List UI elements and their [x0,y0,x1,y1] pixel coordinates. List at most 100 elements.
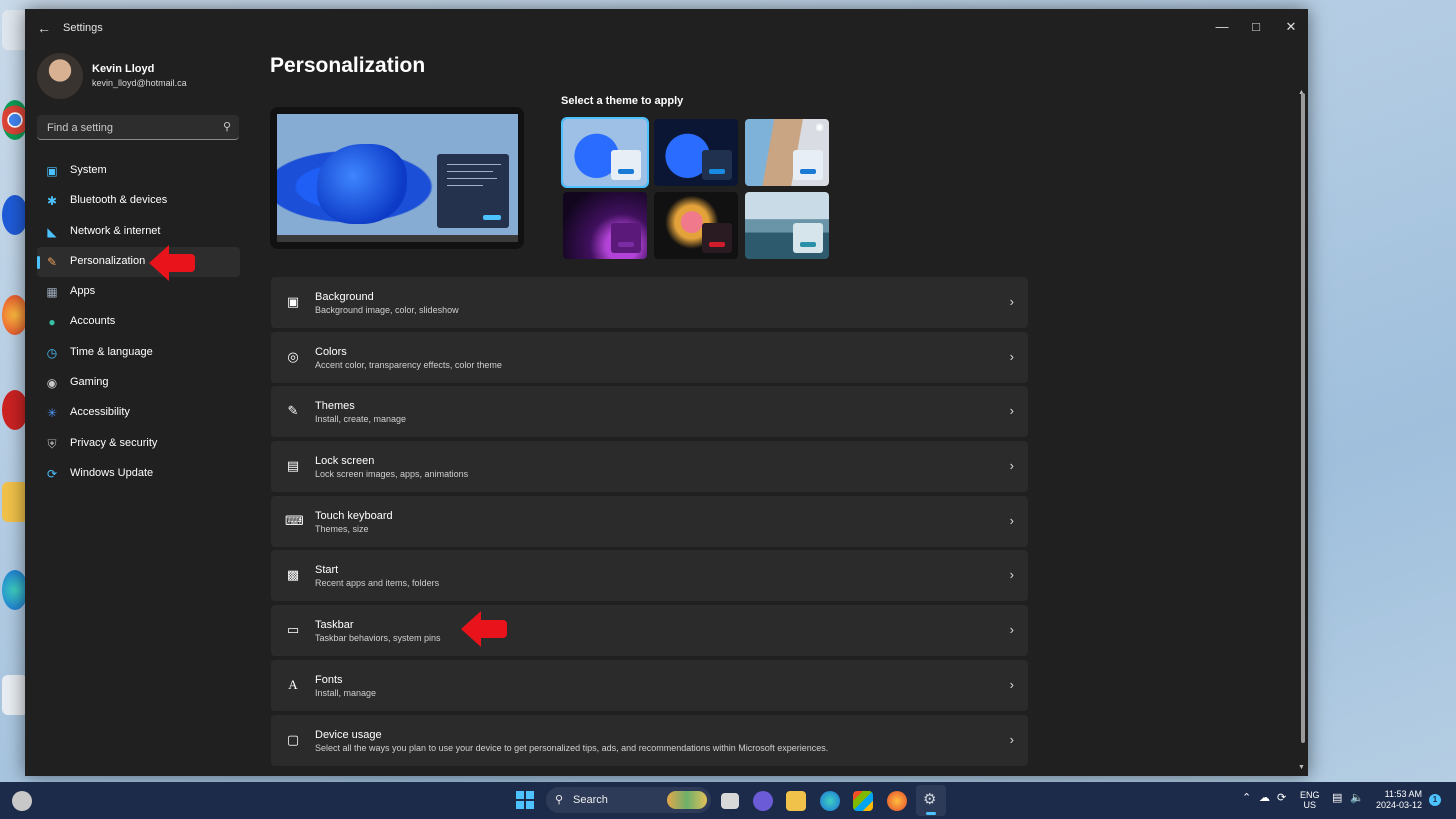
start-icon: ▩ [286,567,300,583]
search-box[interactable]: ⚲ [37,115,239,140]
sidebar-item-accessibility[interactable]: ✳ Accessibility [37,398,240,428]
card-title: Lock screen [315,455,375,468]
camera-icon: ◉ [815,122,824,133]
card-subtitle: Taskbar behaviors, system pins [315,633,441,644]
sidebar-item-bluetooth[interactable]: ✱ Bluetooth & devices [37,186,240,216]
card-themes[interactable]: ✎ Themes Install, create, manage › [271,386,1028,438]
sidebar-item-apps[interactable]: ▦ Apps [37,277,240,307]
chevron-up-icon[interactable]: ⌃ [1242,791,1251,804]
clock[interactable]: 11:53 AM 2024-03-12 [1372,789,1422,811]
chevron-right-icon: › [1009,731,1014,747]
card-device-usage[interactable]: ▢ Device usage Select all the ways you p… [271,714,1028,766]
sidebar-item-privacy[interactable]: ⛨ Privacy & security [37,429,240,459]
card-start[interactable]: ▩ Start Recent apps and items, folders › [271,550,1028,602]
shield-icon: ⛨ [47,436,57,451]
sync-icon[interactable]: ⟳ [1277,791,1286,804]
card-title: Themes [315,400,355,413]
volume-icon[interactable]: 🔈 [1350,791,1364,804]
theme-windows-dark[interactable] [654,119,738,186]
sidebar-item-windows-update[interactable]: ⟳ Windows Update [37,459,240,489]
sidebar-item-accounts[interactable]: ● Accounts [37,307,240,337]
sidebar-item-system[interactable]: ▣ System [37,156,240,186]
update-icon: ⟳ [46,466,58,481]
scroll-down-arrow-icon[interactable]: ▼ [1298,764,1305,771]
card-taskbar[interactable]: ▭ Taskbar Taskbar behaviors, system pins… [271,605,1028,657]
theme-preview [270,107,524,249]
settings-window: ← Settings — □ ✕ Kevin Lloyd kevin_lloyd… [25,9,1308,776]
onedrive-icon[interactable]: ☁ [1259,791,1270,804]
teams-icon[interactable] [753,791,773,811]
card-title: Taskbar [315,619,354,632]
task-view-icon[interactable] [721,793,739,809]
search-input[interactable] [45,119,219,137]
language-indicator[interactable]: ENG US [1300,790,1320,810]
card-title: Background [315,291,374,303]
user-profile[interactable]: Kevin Lloyd kevin_lloyd@hotmail.ca [37,53,247,103]
brush-icon: ✎ [46,254,58,269]
keyboard-icon: ⌨ [285,512,304,528]
app-title: Settings [63,22,103,34]
sidebar-item-label: Accessibility [70,406,130,419]
red-annotation-arrow-taskbar [461,611,507,647]
sidebar-item-label: Apps [70,285,96,298]
card-colors[interactable]: ◎ Colors Accent color, transparency effe… [271,331,1028,383]
card-title: Fonts [315,673,343,686]
red-annotation-arrow-personalization [149,245,195,281]
chevron-right-icon: › [1009,512,1014,528]
theme-glow[interactable] [563,192,647,259]
search-icon[interactable]: ⚲ [223,120,231,133]
user-email: kevin_lloyd@hotmail.ca [92,78,187,88]
weather-widget-icon[interactable] [12,791,32,811]
firefox-icon[interactable] [887,791,907,811]
maximize-button[interactable]: □ [1239,15,1273,39]
edge-icon[interactable] [820,791,840,811]
card-title: Touch keyboard [315,509,393,522]
title-bar: ← Settings — □ ✕ [25,9,1308,47]
notification-badge[interactable]: 1 [1429,794,1441,806]
sidebar-item-label: Bluetooth & devices [70,194,168,207]
pen-brush-icon: ✎ [287,403,299,419]
scrollbar-thumb[interactable] [1301,93,1305,743]
sidebar-item-network[interactable]: ◣ Network & internet [37,217,240,247]
card-subtitle: Recent apps and items, folders [315,578,440,589]
theme-spotlight[interactable]: ◉ [745,119,829,186]
theme-captured-motion[interactable] [654,192,738,259]
chevron-right-icon: › [1009,403,1014,419]
clock-date: 2024-03-12 [1375,800,1422,810]
bluetooth-icon: ✱ [46,194,58,209]
clock-globe-icon: ◷ [46,345,58,360]
sidebar-item-gaming[interactable]: ◉ Gaming [37,368,240,398]
card-subtitle: Lock screen images, apps, animations [315,469,469,480]
sidebar-item-time-language[interactable]: ◷ Time & language [37,338,240,368]
close-button[interactable]: ✕ [1274,15,1308,39]
accessibility-icon: ✳ [46,406,58,421]
search-icon: ⚲ [555,794,564,806]
card-touch-keyboard[interactable]: ⌨ Touch keyboard Themes, size › [271,495,1028,547]
sidebar-item-label: Time & language [70,345,153,358]
store-icon[interactable] [853,791,873,811]
card-background[interactable]: ▣ Background Background image, color, sl… [271,277,1028,328]
gear-icon: ⚙ [923,791,937,808]
network-icon[interactable]: ▤ [1332,791,1342,804]
settings-card-list: ▣ Background Background image, color, sl… [271,277,1028,769]
card-subtitle: Install, manage [315,687,377,698]
card-title: Device usage [315,728,382,741]
taskbar-search[interactable]: ⚲ Search [546,787,711,813]
theme-windows-light[interactable] [561,117,649,188]
image-icon: ▣ [286,294,300,309]
person-icon: ● [48,315,56,330]
settings-taskbar-button[interactable]: ⚙ [916,785,946,816]
taskbar: ⚲ Search ⚙ ⌃ ☁ ⟳ ENG US ▤ 🔈 11:53 AM 202… [0,782,1456,819]
card-fonts[interactable]: A Fonts Install, manage › [271,659,1028,711]
start-button[interactable] [516,791,534,809]
file-explorer-icon[interactable] [786,791,806,811]
minimize-button[interactable]: — [1205,15,1239,39]
sidebar-item-label: Gaming [70,376,109,389]
card-lock-screen[interactable]: ▤ Lock screen Lock screen images, apps, … [271,441,1028,493]
gamepad-icon: ◉ [46,376,58,391]
theme-flow[interactable] [745,192,829,259]
card-subtitle: Accent color, transparency effects, colo… [315,359,502,370]
sidebar-item-personalization[interactable]: ✎ Personalization [37,246,240,278]
back-arrow-icon[interactable]: ← [35,19,53,37]
sidebar-item-label: Windows Update [70,466,154,479]
